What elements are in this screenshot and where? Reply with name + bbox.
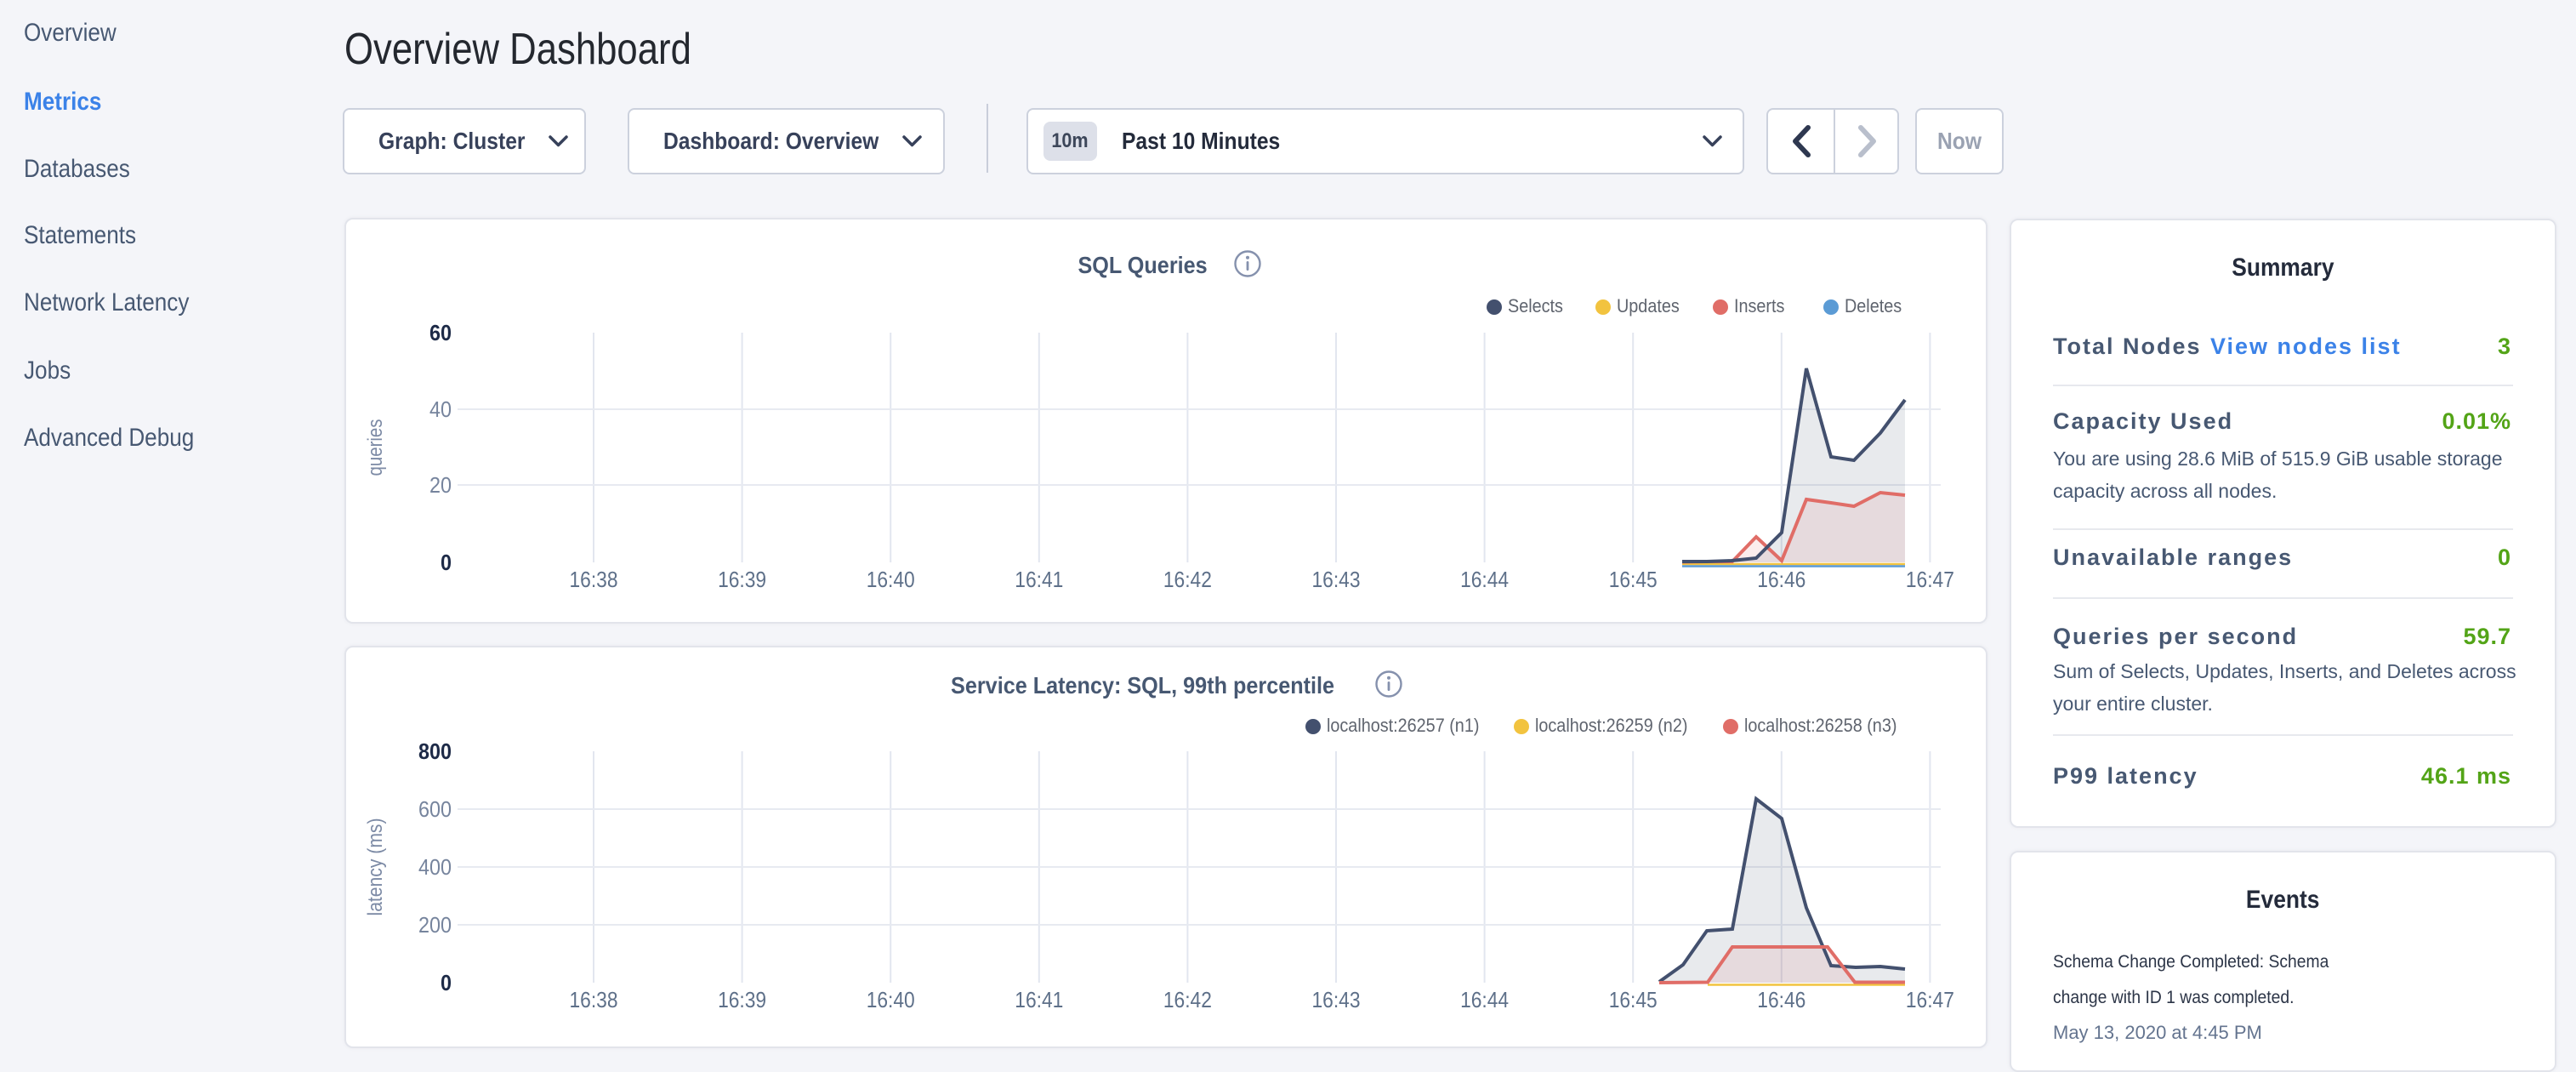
svg-text:16:47: 16:47 <box>1906 987 1954 1012</box>
svg-text:16:46: 16:46 <box>1757 567 1805 592</box>
svg-text:16:44: 16:44 <box>1460 987 1509 1012</box>
svg-text:0: 0 <box>441 970 452 995</box>
svg-text:40: 40 <box>429 396 452 422</box>
svg-text:16:39: 16:39 <box>718 987 766 1012</box>
svg-text:600: 600 <box>418 796 452 822</box>
svg-text:16:38: 16:38 <box>570 987 618 1012</box>
svg-text:16:47: 16:47 <box>1906 567 1954 592</box>
svg-text:800: 800 <box>418 738 452 764</box>
svg-text:16:41: 16:41 <box>1015 567 1063 592</box>
svg-text:16:44: 16:44 <box>1460 567 1509 592</box>
svg-text:16:45: 16:45 <box>1609 987 1658 1012</box>
svg-text:16:41: 16:41 <box>1015 987 1063 1012</box>
svg-text:16:45: 16:45 <box>1609 567 1658 592</box>
svg-text:16:39: 16:39 <box>718 567 766 592</box>
svg-text:16:42: 16:42 <box>1163 987 1212 1012</box>
svg-text:60: 60 <box>429 320 452 345</box>
svg-text:0: 0 <box>441 550 452 575</box>
svg-text:20: 20 <box>429 472 452 498</box>
svg-text:200: 200 <box>418 912 452 938</box>
svg-text:16:40: 16:40 <box>867 567 915 592</box>
svg-text:latency (ms): latency (ms) <box>364 818 387 916</box>
svg-text:16:46: 16:46 <box>1757 987 1805 1012</box>
svg-text:queries: queries <box>364 419 387 476</box>
svg-text:16:43: 16:43 <box>1312 567 1361 592</box>
svg-text:400: 400 <box>418 854 452 880</box>
svg-text:16:38: 16:38 <box>570 567 618 592</box>
svg-text:16:42: 16:42 <box>1163 567 1212 592</box>
svg-text:16:40: 16:40 <box>867 987 915 1012</box>
svg-text:16:43: 16:43 <box>1312 987 1361 1012</box>
